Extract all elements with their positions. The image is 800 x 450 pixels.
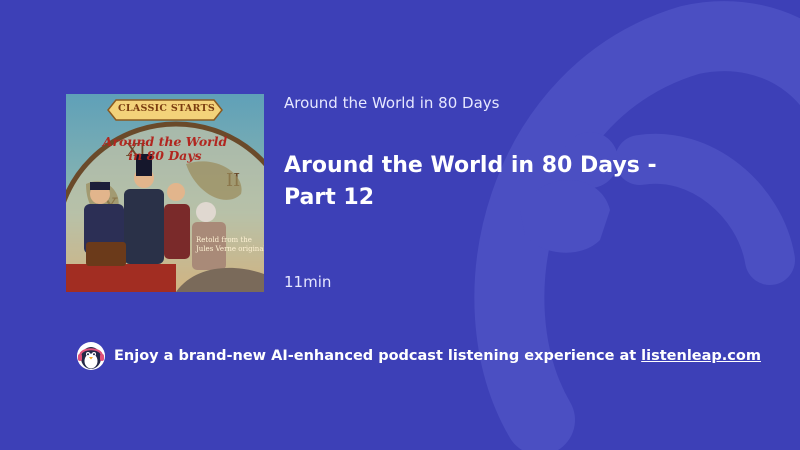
promo-link[interactable]: listenleap.com	[641, 348, 761, 364]
show-name[interactable]: Around the World in 80 Days	[284, 94, 499, 112]
episode-title: Around the World in 80 Days - Part 12	[284, 153, 657, 210]
episode-duration: 11min	[284, 273, 332, 291]
promo-banner: Enjoy a brand-new AI-enhanced podcast li…	[76, 341, 761, 371]
cover-title-line1: Around the World	[102, 134, 228, 149]
cover-retold-line1: Retold from the	[196, 236, 252, 244]
penguin-headphones-icon	[77, 342, 105, 370]
cover-title-line2: in 80 Days	[128, 148, 202, 163]
podcast-cover-art[interactable]: IX XI II CLASSIC STARTS Around the World…	[66, 94, 264, 292]
cover-series-label: CLASSIC STARTS	[118, 103, 216, 114]
promo-text: Enjoy a brand-new AI-enhanced podcast li…	[114, 348, 637, 364]
cover-retold-line2: Jules Verne original	[196, 245, 264, 253]
cover-illustration: IX XI II	[66, 94, 264, 292]
